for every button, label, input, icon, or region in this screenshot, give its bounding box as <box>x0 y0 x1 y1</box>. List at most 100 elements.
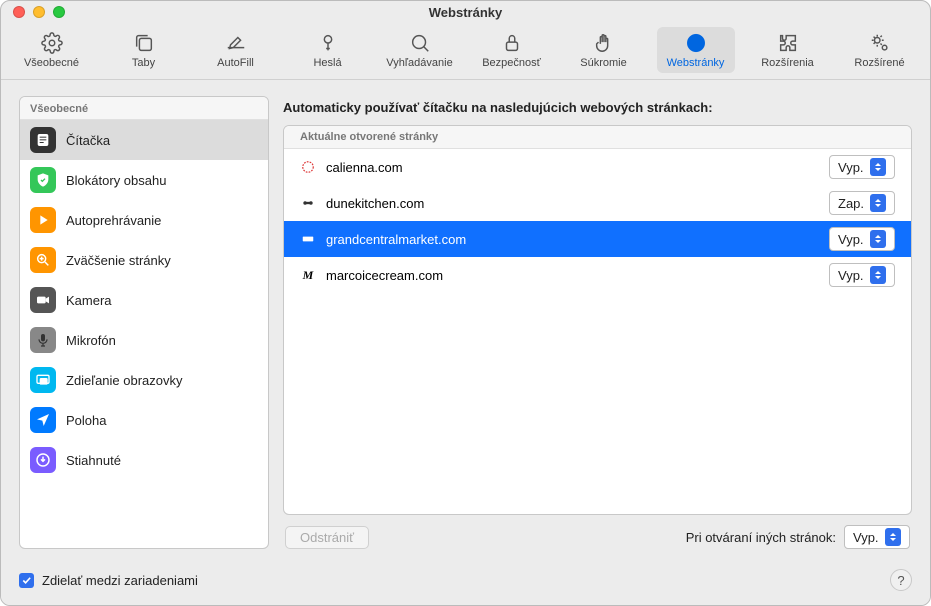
titlebar: Webstránky <box>1 1 930 23</box>
sidebar-item-kamera[interactable]: Kamera <box>20 280 268 320</box>
bottom-bar: Zdielať medzi zariadeniami ? <box>1 559 930 605</box>
zoom-window-button[interactable] <box>53 6 65 18</box>
content-area: Všeobecné Čítačka Blokátory obsahu Autop… <box>1 80 930 559</box>
site-name: grandcentralmarket.com <box>326 232 819 247</box>
sidebar-header: Všeobecné <box>20 97 268 120</box>
main-panel: Automaticky používať čítačku na nasleduj… <box>283 96 912 549</box>
camera-icon <box>30 287 56 313</box>
table-header: Aktuálne otvorené stránky <box>284 126 911 149</box>
sidebar-item-label: Blokátory obsahu <box>66 173 166 188</box>
toolbar-label: Taby <box>132 57 155 69</box>
delete-button[interactable]: Odstrániť <box>285 526 369 549</box>
shield-icon <box>30 167 56 193</box>
site-row[interactable]: M marcoicecream.com Vyp. <box>284 257 911 293</box>
favicon-icon: M <box>300 267 316 283</box>
sidebar-item-label: Poloha <box>66 413 106 428</box>
toolbar-label: Heslá <box>313 57 341 69</box>
main-title: Automaticky používať čítačku na nasleduj… <box>283 100 912 115</box>
chevron-updown-icon <box>870 266 886 284</box>
gears-icon <box>868 31 892 55</box>
preferences-toolbar: Všeobecné Taby AutoFill Heslá Vyhľadávan… <box>1 23 930 80</box>
default-label: Pri otváraní iných stránok: <box>686 530 836 545</box>
minimize-window-button[interactable] <box>33 6 45 18</box>
download-icon <box>30 447 56 473</box>
sidebar-item-label: Zväčšenie stránky <box>66 253 171 268</box>
chevron-updown-icon <box>870 194 886 212</box>
table-body: calienna.com Vyp. dunekitchen.com Zap. g… <box>284 149 911 514</box>
toolbar-label: Bezpečnosť <box>482 57 541 69</box>
site-row[interactable]: calienna.com Vyp. <box>284 149 911 185</box>
sidebar-item-label: Autoprehrávanie <box>66 213 161 228</box>
toolbar-sukromie[interactable]: Súkromie <box>565 27 643 73</box>
sidebar-item-zvacsenie[interactable]: Zväčšenie stránky <box>20 240 268 280</box>
toolbar-taby[interactable]: Taby <box>105 27 183 73</box>
site-row[interactable]: dunekitchen.com Zap. <box>284 185 911 221</box>
microphone-icon <box>30 327 56 353</box>
toolbar-vseobecne[interactable]: Všeobecné <box>13 27 91 73</box>
share-label: Zdielať medzi zariadeniami <box>42 573 198 588</box>
sidebar: Všeobecné Čítačka Blokátory obsahu Autop… <box>19 96 269 549</box>
sidebar-item-citacka[interactable]: Čítačka <box>20 120 268 160</box>
preferences-window: Webstránky Všeobecné Taby AutoFill Heslá… <box>0 0 931 606</box>
location-icon <box>30 407 56 433</box>
toolbar-autofill[interactable]: AutoFill <box>197 27 275 73</box>
toolbar-bezpecnost[interactable]: Bezpečnosť <box>473 27 551 73</box>
favicon-icon <box>300 231 316 247</box>
sidebar-item-blokatory[interactable]: Blokátory obsahu <box>20 160 268 200</box>
status-select[interactable]: Vyp. <box>829 227 895 251</box>
toolbar-label: Všeobecné <box>24 57 79 69</box>
toolbar-label: AutoFill <box>217 57 254 69</box>
site-name: calienna.com <box>326 160 819 175</box>
toolbar-label: Webstránky <box>667 57 725 69</box>
search-icon <box>408 31 432 55</box>
sidebar-item-label: Zdieľanie obrazovky <box>66 373 183 388</box>
window-title: Webstránky <box>1 5 930 20</box>
sidebar-item-mikrofon[interactable]: Mikrofón <box>20 320 268 360</box>
checkbox-checked-icon <box>19 573 34 588</box>
sidebar-item-label: Mikrofón <box>66 333 116 348</box>
sidebar-item-stiahnute[interactable]: Stiahnuté <box>20 440 268 480</box>
default-setting-row: Pri otváraní iných stránok: Vyp. <box>686 525 910 549</box>
toolbar-label: Rozšírenia <box>761 57 814 69</box>
reader-icon <box>30 127 56 153</box>
sidebar-item-autoprehravanie[interactable]: Autoprehrávanie <box>20 200 268 240</box>
sidebar-item-zdielanie[interactable]: Zdieľanie obrazovky <box>20 360 268 400</box>
screenshare-icon <box>30 367 56 393</box>
toolbar-webstranky[interactable]: Webstránky <box>657 27 735 73</box>
chevron-updown-icon <box>870 158 886 176</box>
close-window-button[interactable] <box>13 6 25 18</box>
sidebar-item-label: Kamera <box>66 293 112 308</box>
favicon-icon <box>300 195 316 211</box>
sidebar-item-label: Stiahnuté <box>66 453 121 468</box>
default-select[interactable]: Vyp. <box>844 525 910 549</box>
status-select[interactable]: Zap. <box>829 191 895 215</box>
pencil-icon <box>224 31 248 55</box>
site-name: dunekitchen.com <box>326 196 819 211</box>
toolbar-vyhladavanie[interactable]: Vyhľadávanie <box>381 27 459 73</box>
site-name: marcoicecream.com <box>326 268 819 283</box>
share-checkbox-row[interactable]: Zdielať medzi zariadeniami <box>19 573 198 588</box>
status-select[interactable]: Vyp. <box>829 155 895 179</box>
toolbar-label: Rozšírené <box>854 57 904 69</box>
help-button[interactable]: ? <box>890 569 912 591</box>
sidebar-list: Čítačka Blokátory obsahu Autoprehrávanie… <box>20 120 268 480</box>
status-select[interactable]: Vyp. <box>829 263 895 287</box>
toolbar-label: Vyhľadávanie <box>386 57 452 69</box>
toolbar-rozsirenia[interactable]: Rozšírenia <box>749 27 827 73</box>
favicon-icon <box>300 159 316 175</box>
site-table: Aktuálne otvorené stránky calienna.com V… <box>283 125 912 515</box>
toolbar-label: Súkromie <box>580 57 626 69</box>
chevron-updown-icon <box>885 528 901 546</box>
traffic-lights <box>13 6 65 18</box>
play-icon <box>30 207 56 233</box>
toolbar-hesla[interactable]: Heslá <box>289 27 367 73</box>
site-row[interactable]: grandcentralmarket.com Vyp. <box>284 221 911 257</box>
puzzle-icon <box>776 31 800 55</box>
chevron-updown-icon <box>870 230 886 248</box>
sidebar-item-label: Čítačka <box>66 133 110 148</box>
hand-icon <box>592 31 616 55</box>
sidebar-item-poloha[interactable]: Poloha <box>20 400 268 440</box>
tabs-icon <box>132 31 156 55</box>
toolbar-rozsirene[interactable]: Rozšírené <box>841 27 919 73</box>
globe-icon <box>684 31 708 55</box>
